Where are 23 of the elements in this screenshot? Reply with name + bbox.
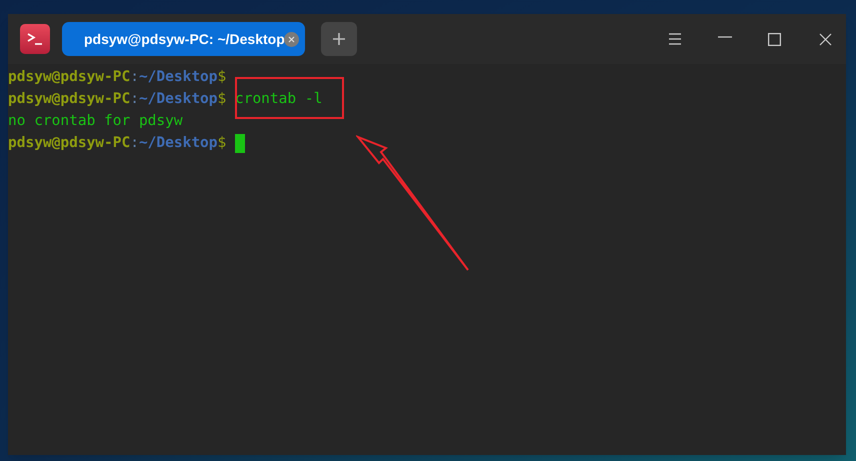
command-output: no crontab for pdsyw <box>8 112 183 131</box>
terminal-tab[interactable]: pdsyw@pdsyw-PC: ~/Desktop <box>62 22 305 56</box>
user-host: pdsyw@pdsyw-PC <box>8 68 130 87</box>
current-path: ~/Desktop <box>138 68 218 87</box>
new-tab-button[interactable] <box>321 22 357 56</box>
close-icon[interactable] <box>819 32 832 46</box>
tab-close-icon[interactable] <box>284 32 299 46</box>
prompt-sign: $ <box>218 134 226 153</box>
terminal-app-icon <box>20 24 50 54</box>
plus-icon <box>332 32 346 46</box>
user-host: pdsyw@pdsyw-PC <box>8 90 130 109</box>
maximize-icon[interactable] <box>768 32 781 46</box>
menu-icon[interactable] <box>668 32 682 46</box>
tab-title: pdsyw@pdsyw-PC: ~/Desktop <box>84 30 285 49</box>
current-path: ~/Desktop <box>138 90 218 109</box>
command-text: crontab -l <box>234 90 322 109</box>
prompt-sign: $ <box>218 68 226 87</box>
separator: : <box>130 90 139 109</box>
current-path: ~/Desktop <box>138 134 218 153</box>
separator: : <box>130 68 139 87</box>
prompt-sign: $ <box>218 90 226 109</box>
separator: : <box>130 134 139 153</box>
user-host: pdsyw@pdsyw-PC <box>8 134 130 153</box>
